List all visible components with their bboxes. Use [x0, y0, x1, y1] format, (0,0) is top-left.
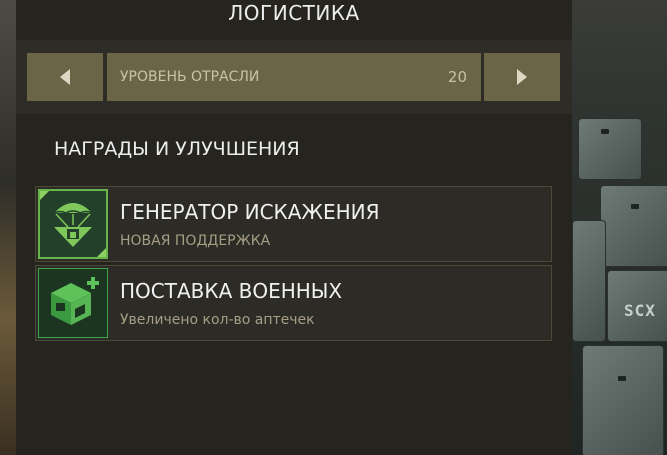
page-title: ЛОГИСТИКА: [228, 1, 360, 25]
crate: [600, 185, 667, 267]
previous-level-button[interactable]: [27, 53, 103, 101]
parachute-drop-icon: [38, 189, 108, 259]
next-level-button[interactable]: [484, 53, 560, 101]
reward-item-distortion-generator[interactable]: ГЕНЕРАТОР ИСКАЖЕНИЯ НОВАЯ ПОДДЕРЖКА: [35, 186, 552, 262]
industry-level-field: УРОВЕНЬ ОТРАСЛИ 20: [107, 53, 481, 101]
crate-label: SCX: [624, 301, 656, 320]
crate: [572, 220, 606, 342]
crate: [578, 118, 642, 180]
industry-level-label: УРОВЕНЬ ОТРАСЛИ: [120, 69, 260, 85]
crate: [582, 345, 664, 455]
reward-description: НОВАЯ ПОДДЕРЖКА: [120, 233, 271, 249]
rewards-section-title: НАГРАДЫ И УЛУЧШЕНИЯ: [54, 138, 300, 160]
industry-level-bar: УРОВЕНЬ ОТРАСЛИ 20: [16, 40, 572, 114]
reward-name: ПОСТАВКА ВОЕННЫХ: [120, 279, 343, 303]
crate: SCX: [607, 270, 667, 342]
reward-name: ГЕНЕРАТОР ИСКАЖЕНИЯ: [120, 200, 380, 224]
arrow-right-icon: [517, 69, 527, 85]
background-left: [0, 0, 16, 455]
background-crates: SCX: [572, 0, 667, 455]
logistics-panel: ЛОГИСТИКА УРОВЕНЬ ОТРАСЛИ 20 НАГРАДЫ И У…: [16, 0, 572, 455]
reward-item-military-supply[interactable]: ПОСТАВКА ВОЕННЫХ Увеличено кол-во аптече…: [35, 265, 552, 341]
arrow-left-icon: [60, 69, 70, 85]
reward-description: Увеличено кол-во аптечек: [120, 312, 315, 328]
industry-level-value: 20: [447, 68, 467, 86]
supply-box-plus-icon: [38, 268, 108, 338]
